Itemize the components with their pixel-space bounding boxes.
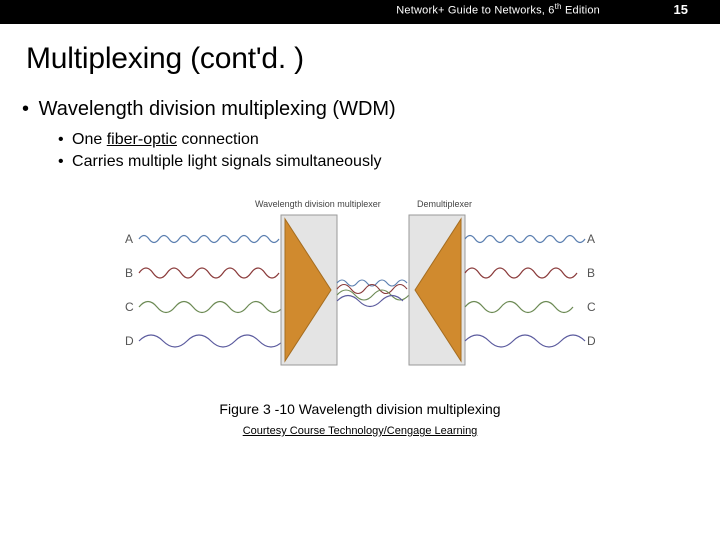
wave-in-A	[139, 236, 279, 243]
header-source-prefix: Network+ Guide to Networks, 6	[396, 5, 554, 17]
header-source-sup: th	[555, 2, 562, 11]
content-area: Wavelength division multiplexing (WDM) O…	[22, 98, 720, 171]
right-label-B: B	[587, 266, 595, 280]
header-source: Network+ Guide to Networks, 6th Edition	[396, 2, 600, 17]
header-bar: Network+ Guide to Networks, 6th Edition …	[0, 0, 720, 24]
wave-in-D	[139, 335, 283, 347]
fiber-optic-link[interactable]: fiber-optic	[107, 131, 177, 148]
right-label-C: C	[587, 300, 595, 314]
mux-label: Wavelength division multiplexer	[255, 199, 381, 209]
left-label-D: D	[125, 334, 134, 348]
figure-caption: Figure 3 -10 Wavelength division multipl…	[0, 401, 720, 417]
left-label-B: B	[125, 266, 133, 280]
bullet-l2a-post: connection	[177, 131, 259, 148]
left-label-C: C	[125, 300, 134, 314]
wdm-diagram: Wavelength division multiplexer Demultip…	[125, 195, 595, 385]
wave-in-B	[139, 268, 279, 278]
bullet-level2-a: One fiber-optic connection	[58, 131, 720, 149]
header-source-suffix: Edition	[562, 5, 600, 17]
wave-out-C	[465, 302, 573, 313]
bullet-level1: Wavelength division multiplexing (WDM)	[22, 98, 720, 121]
output-waves	[465, 236, 585, 348]
combined-signal	[337, 280, 409, 307]
wave-out-D	[465, 335, 585, 347]
wave-out-B	[465, 268, 577, 278]
wave-in-C	[139, 302, 283, 313]
wave-out-A	[465, 236, 585, 243]
slide: Network+ Guide to Networks, 6th Edition …	[0, 0, 720, 540]
demux-label: Demultiplexer	[417, 199, 472, 209]
slide-title: Multiplexing (cont'd. )	[26, 42, 720, 76]
right-label-A: A	[587, 232, 595, 246]
bullet-l2a-pre: One	[72, 131, 107, 148]
figure-credit: Courtesy Course Technology/Cengage Learn…	[0, 425, 720, 437]
right-label-D: D	[587, 334, 595, 348]
diagram-svg: Wavelength division multiplexer Demultip…	[125, 195, 595, 385]
input-waves	[139, 236, 283, 348]
bullet-level2-b: Carries multiple light signals simultane…	[58, 153, 720, 171]
page-number: 15	[674, 2, 688, 17]
left-label-A: A	[125, 232, 133, 246]
